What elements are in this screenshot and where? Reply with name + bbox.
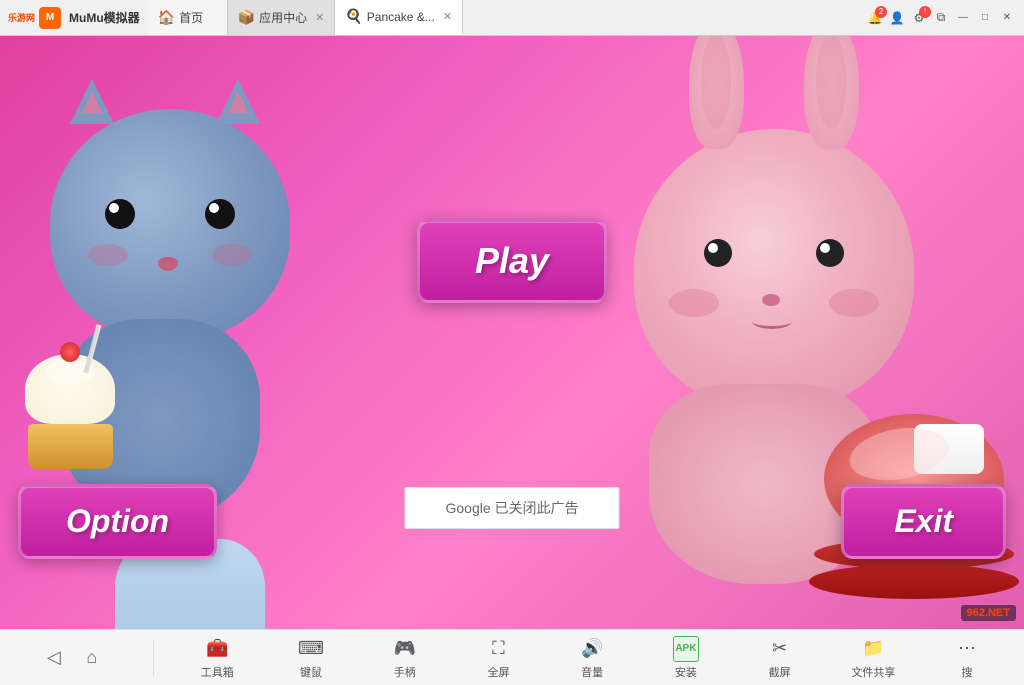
toolbar-screenshot[interactable]: ✂ 截屏 xyxy=(750,636,810,680)
bottom-toolbar: ◁ ⌂ 🧰 工具箱 ⌨ 键鼠 🎮 手柄 ⛶ 全屏 🔊 音量 APK 安装 ✂ 截… xyxy=(0,629,1024,685)
toolbar-separator-1 xyxy=(153,640,154,676)
keyboard-label: 键鼠 xyxy=(300,664,322,680)
cat-blush-right xyxy=(212,244,252,266)
window-resize-icon[interactable]: ⧉ xyxy=(932,9,950,27)
rabbit-blush-right xyxy=(829,289,879,317)
more-icon: ⋯ xyxy=(954,636,980,662)
fullscreen-label: 全屏 xyxy=(487,664,509,680)
rabbit-nose xyxy=(762,294,780,306)
volume-icon: 🔊 xyxy=(579,636,605,662)
more-label: 搜 xyxy=(962,664,973,680)
toolbar-toolbox[interactable]: 🧰 工具箱 xyxy=(187,636,247,680)
nav-arrows: ◁ ⌂ xyxy=(27,643,119,673)
cat-ear-left xyxy=(70,79,114,124)
toolbar-keyboard[interactable]: ⌨ 键鼠 xyxy=(281,636,341,680)
tab-app-center[interactable]: 📦 应用中心 ✕ xyxy=(228,0,336,35)
apk-icon: APK xyxy=(673,636,699,662)
toolbar-volume[interactable]: 🔊 音量 xyxy=(562,636,622,680)
tab-pancake-label: Pancake &... xyxy=(367,10,435,24)
cat-head xyxy=(50,109,290,339)
keyboard-icon: ⌨ xyxy=(298,636,324,662)
cat-nose xyxy=(158,257,178,271)
toolbar-fullscreen[interactable]: ⛶ 全屏 xyxy=(468,636,528,680)
cupcake-cherry xyxy=(60,342,80,362)
title-bar: 乐游网 M MuMu模拟器 🏠 首页 📦 应用中心 ✕ 🍳 Pancake &.… xyxy=(0,0,1024,36)
app-logo-text: MuMu模拟器 xyxy=(69,9,140,26)
rabbit-blush-left xyxy=(669,289,719,317)
exit-button[interactable]: Exit xyxy=(841,484,1006,559)
play-button[interactable]: Play xyxy=(417,219,607,303)
notification-count: 2 xyxy=(875,6,887,18)
gamepad-icon: 🎮 xyxy=(392,636,418,662)
home-tab-icon: 🏠 xyxy=(158,9,175,26)
rabbit-ear-left xyxy=(689,36,744,149)
maximize-button[interactable]: □ xyxy=(976,9,994,27)
toolbox-icon: 🧰 xyxy=(204,636,230,662)
tab-home-label: 首页 xyxy=(179,9,203,26)
ad-overlay: Google 已关闭此广告 xyxy=(404,487,619,529)
ad-text: Google 已关闭此广告 xyxy=(445,500,578,516)
toolbox-label: 工具箱 xyxy=(201,664,234,680)
tab-pancake-close[interactable]: ✕ xyxy=(443,10,452,23)
fileshare-icon: 📁 xyxy=(860,636,886,662)
tab-home[interactable]: 🏠 首页 xyxy=(148,0,228,35)
fullscreen-icon: ⛶ xyxy=(485,636,511,662)
tab-app-center-close[interactable]: ✕ xyxy=(315,11,324,24)
logo-area: 乐游网 M MuMu模拟器 xyxy=(0,7,148,29)
cat-blush-left xyxy=(88,244,128,266)
rabbit-eye-left xyxy=(704,239,732,267)
toolbar-gamepad[interactable]: 🎮 手柄 xyxy=(375,636,435,680)
close-button[interactable]: ✕ xyxy=(998,9,1016,27)
main-content: Play Option Exit Google 已关闭此广告 962.NET xyxy=(0,36,1024,629)
gamepad-label: 手柄 xyxy=(394,664,416,680)
app-center-icon: 📦 xyxy=(238,9,255,26)
screenshot-label: 截屏 xyxy=(769,664,791,680)
cat-eye-right xyxy=(205,199,235,229)
pancake-tab-icon: 🍳 xyxy=(345,8,362,25)
volume-label: 音量 xyxy=(581,664,603,680)
rabbit-mouth xyxy=(752,314,792,329)
toolbar-more[interactable]: ⋯ 搜 xyxy=(937,636,997,680)
site-watermark: 乐游网 xyxy=(8,11,35,24)
rabbit-eye-right xyxy=(816,239,844,267)
tabs-area: 🏠 首页 📦 应用中心 ✕ 🍳 Pancake &... ✕ xyxy=(148,0,858,35)
minimize-button[interactable]: — xyxy=(954,9,972,27)
settings-icon[interactable]: ⚙ ! xyxy=(910,9,928,27)
notification-icon[interactable]: 🔔 2 xyxy=(866,9,884,27)
settings-badge: ! xyxy=(919,6,931,18)
rabbit-ear-right xyxy=(804,36,859,149)
pancake-white-item xyxy=(914,424,984,474)
rabbit-head xyxy=(634,129,914,409)
back-button[interactable]: ◁ xyxy=(39,643,69,673)
toolbar-fileshare[interactable]: 📁 文件共享 xyxy=(843,636,903,680)
cat-eye-left xyxy=(105,199,135,229)
cupcake-base xyxy=(28,424,113,469)
fileshare-label: 文件共享 xyxy=(851,664,895,680)
watermark: 962.NET xyxy=(961,605,1016,621)
toolbar-apk[interactable]: APK 安装 xyxy=(656,636,716,680)
window-controls: 🔔 2 👤 ⚙ ! ⧉ — □ ✕ xyxy=(858,9,1024,27)
tab-pancake[interactable]: 🍳 Pancake &... ✕ xyxy=(335,0,463,35)
app-logo-icon: M xyxy=(39,7,61,29)
home-button[interactable]: ⌂ xyxy=(77,643,107,673)
apk-label: 安装 xyxy=(675,664,697,680)
pancake-bottom xyxy=(809,564,1019,599)
option-button[interactable]: Option xyxy=(18,484,217,559)
screenshot-icon: ✂ xyxy=(767,636,793,662)
cat-ear-right xyxy=(216,79,260,124)
user-icon[interactable]: 👤 xyxy=(888,9,906,27)
tab-app-center-label: 应用中心 xyxy=(259,9,307,26)
cupcake-whip xyxy=(25,354,115,424)
cupcake xyxy=(15,354,125,469)
